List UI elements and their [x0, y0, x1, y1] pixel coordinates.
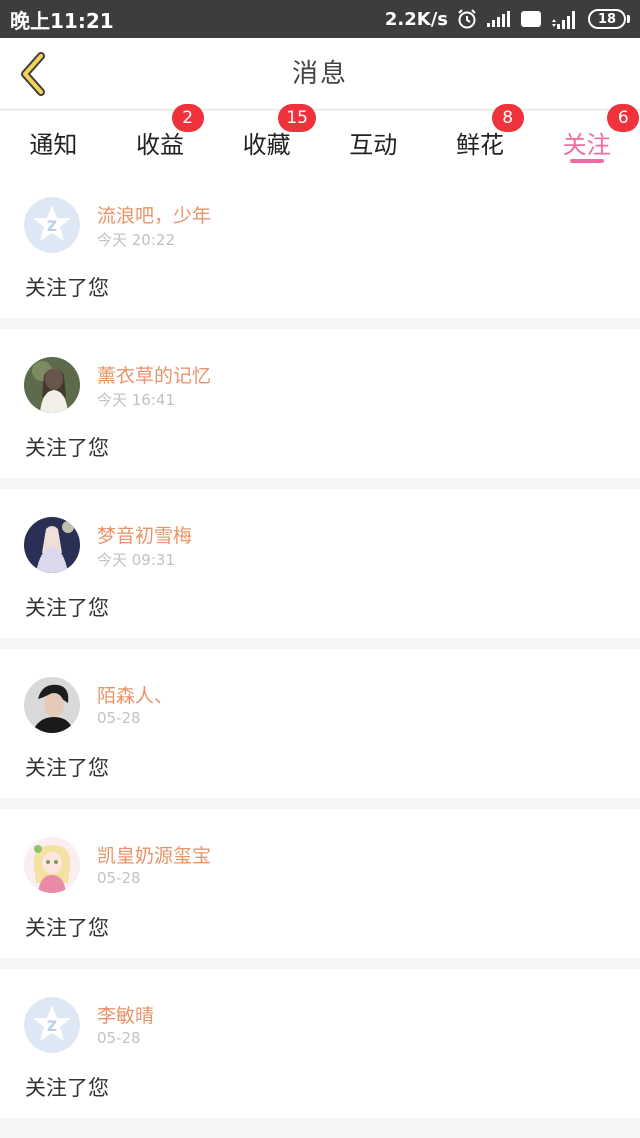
- user-avatar[interactable]: [24, 357, 80, 413]
- tab-label: 收藏: [242, 131, 291, 159]
- status-indicators: 2.2K/s 18: [385, 8, 630, 30]
- user-avatar[interactable]: [24, 517, 80, 573]
- message-text: 关注了您: [25, 756, 109, 780]
- back-button[interactable]: [12, 52, 56, 96]
- sender-name[interactable]: 薰衣草的记忆: [97, 361, 211, 388]
- unread-badge: 6: [607, 104, 640, 132]
- message-text: 关注了您: [25, 276, 109, 300]
- active-tab-indicator: [569, 159, 604, 163]
- sender-name[interactable]: 陌森人、: [97, 681, 173, 708]
- list-item[interactable]: 凯皇奶源玺宝 05-28 关注了您: [0, 809, 640, 958]
- network-speed: 2.2K/s: [384, 8, 448, 30]
- list-item[interactable]: Z 流浪吧，少年 今天 20:22 关注了您: [0, 169, 640, 318]
- svg-text:Z: Z: [47, 1019, 57, 1035]
- top-bar: 消息: [0, 38, 640, 110]
- message-text: 关注了您: [25, 916, 109, 940]
- tab-bar: 通知 收益 2 收藏 15 互动 鲜花 8 关注 6: [0, 104, 640, 169]
- list-item[interactable]: 陌森人、 05-28 关注了您: [0, 649, 640, 798]
- tab-earnings[interactable]: 收益 2: [107, 104, 214, 169]
- tab-flowers[interactable]: 鲜花 8: [427, 104, 534, 169]
- message-time: 今天 09:31: [97, 551, 175, 569]
- status-bar: 晚上11:21 2.2K/s 18: [0, 0, 640, 38]
- tab-label: 收益: [135, 131, 184, 159]
- message-time: 05-28: [97, 709, 141, 727]
- message-text: 关注了您: [25, 436, 109, 460]
- battery-icon: 18: [588, 9, 630, 29]
- user-avatar[interactable]: [24, 837, 80, 893]
- user-avatar[interactable]: [24, 677, 80, 733]
- tab-favorites[interactable]: 收藏 15: [213, 104, 320, 169]
- message-time: 05-28: [97, 1029, 141, 1047]
- sender-name[interactable]: 梦音初雪梅: [97, 521, 192, 548]
- tab-notifications[interactable]: 通知: [0, 111, 107, 169]
- default-avatar[interactable]: Z: [24, 197, 80, 253]
- list-item[interactable]: 梦音初雪梅 今天 09:31 关注了您: [0, 489, 640, 638]
- tab-label: 鲜花: [455, 131, 504, 159]
- mobile-data-icon: [550, 8, 580, 30]
- unread-badge: 8: [491, 104, 524, 132]
- status-time: 晚上11:21: [10, 8, 114, 33]
- tab-interactions[interactable]: 互动: [320, 111, 427, 169]
- default-avatar[interactable]: Z: [24, 997, 80, 1053]
- sender-name[interactable]: 凯皇奶源玺宝: [97, 841, 211, 868]
- message-text: 关注了您: [25, 596, 109, 620]
- hd-icon: [520, 10, 542, 28]
- list-item[interactable]: 薰衣草的记忆 今天 16:41 关注了您: [0, 329, 640, 478]
- list-item[interactable]: Z 李敏晴 05-28 关注了您: [0, 969, 640, 1118]
- message-time: 今天 16:41: [97, 391, 175, 409]
- unread-badge: 2: [171, 104, 204, 132]
- svg-text:Z: Z: [47, 219, 57, 235]
- message-time: 今天 20:22: [97, 231, 175, 249]
- tab-label: 通知: [29, 131, 78, 159]
- chevron-left-icon: [21, 52, 45, 96]
- battery-level: 18: [597, 11, 617, 27]
- sender-name[interactable]: 李敏晴: [97, 1001, 154, 1028]
- sender-name[interactable]: 流浪吧，少年: [97, 201, 211, 228]
- alarm-icon: [456, 8, 478, 30]
- page-title: 消息: [291, 59, 348, 89]
- tab-label: 互动: [349, 131, 398, 159]
- signal-icon: [486, 10, 512, 28]
- message-time: 05-28: [97, 869, 141, 887]
- message-text: 关注了您: [25, 1076, 109, 1100]
- tab-follows[interactable]: 关注 6: [533, 104, 640, 169]
- unread-badge: 15: [278, 104, 316, 132]
